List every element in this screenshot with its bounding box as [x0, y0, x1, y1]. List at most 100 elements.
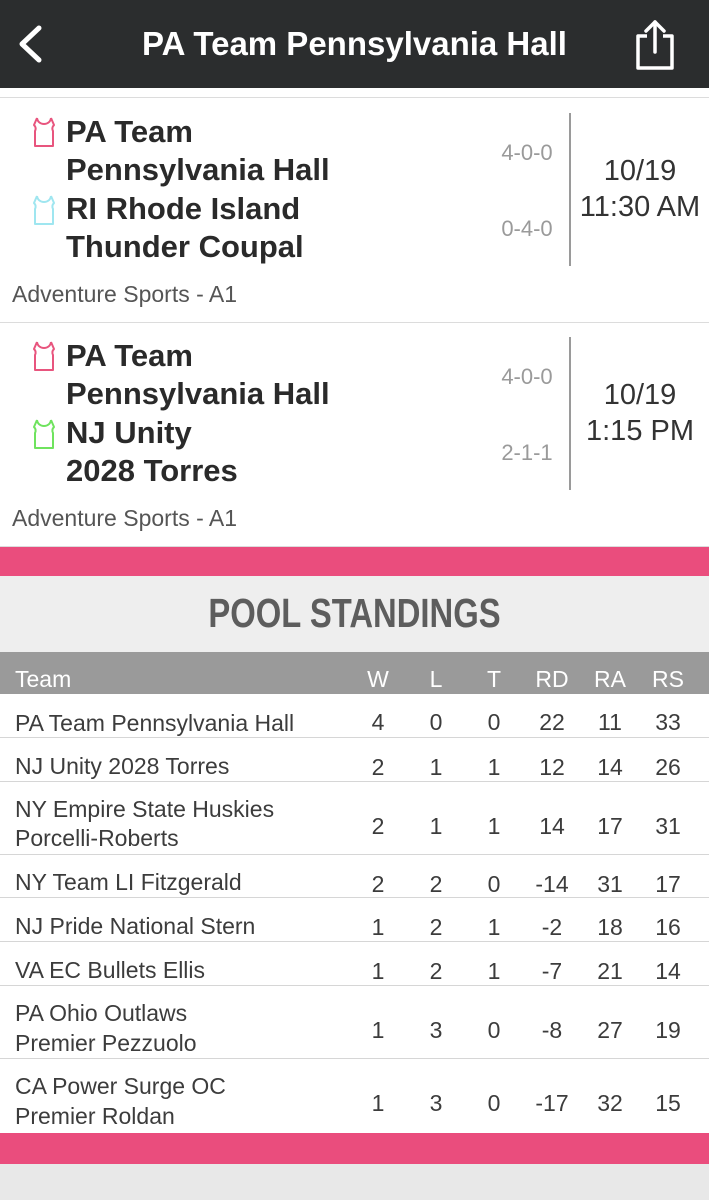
team1-name-line1: PA Team: [66, 338, 193, 373]
ties: 1: [487, 813, 501, 839]
team-name-line1: PA Ohio Outlaws: [15, 1000, 188, 1026]
col-header-l: L: [429, 666, 443, 692]
jersey-icon: [33, 195, 55, 225]
table-row[interactable]: CA Power Surge OC Premier Roldan 1 3 0 -…: [0, 1059, 709, 1132]
team-name-line1: NY Empire State Huskies: [15, 796, 275, 822]
losses: 2: [429, 914, 443, 940]
table-row[interactable]: NJ Unity 2028 Torres 2 1 1 12 14 26: [0, 738, 709, 782]
runs-scored: 31: [655, 813, 681, 839]
wins: 2: [371, 871, 385, 897]
run-diff: -17: [535, 1090, 569, 1116]
run-diff: -8: [541, 1017, 563, 1043]
team-name: NJ Pride National Stern: [15, 913, 256, 939]
ties: 1: [487, 914, 501, 940]
col-header-ra: RA: [594, 666, 626, 692]
team-name-line2: Premier Pezzuolo: [15, 1030, 197, 1056]
runs-allowed: 18: [597, 914, 623, 940]
losses: 1: [429, 813, 443, 839]
team1-record: 4-0-0: [501, 364, 553, 389]
back-arrow-icon[interactable]: [12, 22, 52, 66]
team2-name-line2: Thunder Coupal: [66, 229, 304, 264]
runs-scored: 26: [655, 754, 681, 780]
table-row[interactable]: PA Team Pennsylvania Hall 4 0 0 22 11 33: [0, 695, 709, 738]
table-row[interactable]: VA EC Bullets Ellis 1 2 1 -7 21 14: [0, 942, 709, 986]
table-row[interactable]: NY Empire State Huskies Porcelli-Roberts…: [0, 782, 709, 855]
wins: 4: [371, 709, 385, 735]
col-header-team: Team: [15, 666, 72, 692]
team2-name-line1: RI Rhode Island: [66, 191, 301, 226]
runs-allowed: 14: [597, 754, 623, 780]
team1-name-line1: PA Team: [66, 114, 193, 149]
page-title: PA Team Pennsylvania Hall: [142, 25, 567, 62]
nav-header: PA Team Pennsylvania Hall: [0, 0, 709, 88]
losses: 2: [429, 958, 443, 984]
runs-scored: 16: [655, 914, 681, 940]
game-card[interactable]: PA Team Pennsylvania Hall NJ Unity 2028 …: [0, 322, 709, 547]
table-row[interactable]: NJ Pride National Stern 1 2 1 -2 18 16: [0, 898, 709, 942]
footer-area: [0, 1164, 709, 1200]
runs-scored: 17: [655, 871, 681, 897]
runs-scored: 33: [655, 709, 681, 735]
runs-allowed: 27: [597, 1017, 623, 1043]
ties: 0: [487, 1017, 501, 1043]
losses: 3: [429, 1090, 443, 1116]
losses: 2: [429, 871, 443, 897]
team-name-line1: CA Power Surge OC: [15, 1073, 226, 1099]
col-header-rs: RS: [652, 666, 684, 692]
runs-allowed: 31: [597, 871, 623, 897]
run-diff: 14: [539, 813, 565, 839]
team2-record: 0-4-0: [501, 216, 553, 241]
runs-scored: 14: [655, 958, 681, 984]
share-icon[interactable]: [630, 18, 680, 72]
wins: 1: [371, 1090, 385, 1116]
wins: 1: [371, 958, 385, 984]
game-venue: Adventure Sports - A1: [12, 505, 238, 531]
game-card[interactable]: PA Team Pennsylvania Hall RI Rhode Islan…: [0, 97, 709, 323]
ties: 1: [487, 754, 501, 780]
ties: 0: [487, 1090, 501, 1116]
losses: 0: [429, 709, 443, 735]
ties: 0: [487, 709, 501, 735]
runs-scored: 15: [655, 1090, 681, 1116]
team-name: NJ Unity 2028 Torres: [15, 753, 230, 779]
team2-name-line2: 2028 Torres: [66, 453, 238, 488]
runs-allowed: 32: [597, 1090, 623, 1116]
col-header-t: T: [486, 666, 502, 692]
jersey-outline: [33, 117, 55, 147]
table-row[interactable]: PA Ohio Outlaws Premier Pezzuolo 1 3 0 -…: [0, 986, 709, 1059]
run-diff: -7: [541, 958, 563, 984]
accent-band-bottom: [0, 1133, 709, 1164]
team-name: VA EC Bullets Ellis: [15, 957, 206, 983]
wins: 1: [371, 914, 385, 940]
team1-record: 4-0-0: [501, 140, 553, 165]
jersey-icon: [33, 419, 55, 449]
game-date: 10/19: [603, 379, 677, 411]
game-date: 10/19: [603, 155, 677, 187]
team1-name-line2: Pennsylvania Hall: [66, 152, 330, 187]
losses: 1: [429, 754, 443, 780]
run-diff: 22: [539, 709, 565, 735]
accent-band: [0, 547, 709, 576]
team-name: PA Team Pennsylvania Hall: [15, 710, 295, 736]
wins: 2: [371, 754, 385, 780]
wins: 2: [371, 813, 385, 839]
run-diff: -14: [535, 871, 569, 897]
ties: 0: [487, 871, 501, 897]
col-header-w: W: [367, 666, 389, 692]
team2-name-line1: NJ Unity: [66, 415, 192, 450]
wins: 1: [371, 1017, 385, 1043]
jersey-icon: [33, 117, 55, 147]
standings-table-header: Team W L T RD RA RS: [0, 652, 709, 694]
table-row[interactable]: NY Team LI Fitzgerald 2 2 0 -14 31 17: [0, 855, 709, 898]
col-header-rd: RD: [535, 666, 569, 692]
team2-record: 2-1-1: [501, 440, 553, 465]
run-diff: 12: [539, 754, 565, 780]
team-name-line2: Porcelli-Roberts: [15, 825, 179, 851]
ties: 1: [487, 958, 501, 984]
game-time: 1:15 PM: [586, 415, 694, 447]
team-name-line2: Premier Roldan: [15, 1103, 175, 1129]
section-title: POOL STANDINGS: [208, 590, 501, 636]
runs-allowed: 17: [597, 813, 623, 839]
runs-allowed: 21: [597, 958, 623, 984]
pool-standings-header: POOL STANDINGS: [0, 576, 709, 652]
